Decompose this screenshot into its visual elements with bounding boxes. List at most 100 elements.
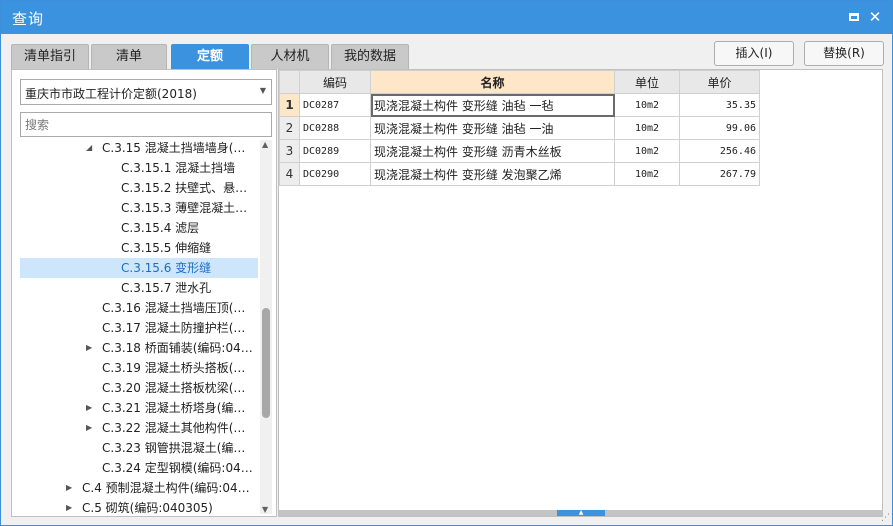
close-icon: ✕ [868, 8, 882, 26]
tree-node[interactable]: ▶ C.3.22 混凝土其他构件(… [20, 418, 258, 438]
cell-unit[interactable]: 10m2 [614, 93, 680, 117]
cell-price[interactable]: 99.06 [679, 116, 760, 140]
tree-node[interactable]: C.3.15.2 扶壁式、悬… [20, 178, 258, 198]
tree-node-label: C.3.23 钢管拱混凝土(编… [102, 441, 246, 455]
tree-node-label: C.3.15.7 泄水孔 [121, 281, 212, 295]
quota-library-value: 重庆市市政工程计价定额(2018) [25, 87, 197, 101]
tree-node[interactable]: C.3.15.5 伸缩缝 [20, 238, 258, 258]
column-header-code[interactable]: 编码 [299, 70, 371, 94]
tree-node[interactable]: C.3.15.1 混凝土挡墙 [20, 158, 258, 178]
tree-scrollbar[interactable]: ▲ ▼ [260, 140, 272, 514]
tree-node-label: C.3.16 混凝土挡墙压顶(… [102, 301, 246, 315]
splitter-grip-icon[interactable]: ▲ [557, 510, 605, 516]
tree-node-label: C.3.15.2 扶壁式、悬… [121, 181, 248, 195]
tree-node-label: C.3.15.1 混凝土挡墙 [121, 161, 236, 175]
query-dialog: 查询 ✕ 清单指引 清单 定额 人材机 我的数据 插入(I) 替换(R) 重庆市… [0, 0, 893, 526]
tree-node[interactable]: ▶ C.4 预制混凝土构件(编码:04… [20, 478, 258, 498]
tree-node[interactable]: ▶ C.3.21 混凝土桥塔身(编… [20, 398, 258, 418]
scroll-down-icon[interactable]: ▼ [262, 505, 268, 514]
collapse-triangle-icon[interactable]: ◢ [86, 138, 92, 158]
cell-price[interactable]: 256.46 [679, 139, 760, 163]
tree-node-label: C.3.17 混凝土防撞护栏(… [102, 321, 246, 335]
tab-labor-material[interactable]: 人材机 [251, 44, 329, 69]
tree-node-label: C.3.15.6 变形缝 [121, 261, 212, 275]
tab-quota[interactable]: 定额 [171, 44, 249, 69]
expand-triangle-icon[interactable]: ▶ [86, 418, 92, 438]
tree-node[interactable]: C.3.23 钢管拱混凝土(编… [20, 438, 258, 458]
tree-node-label: C.3.18 桥面铺装(编码:04… [102, 341, 253, 355]
tree-node-label: C.5 砌筑(编码:040305) [82, 501, 213, 514]
cell-name[interactable]: 现浇混凝土构件 变形缝 油毡 一油 [370, 116, 615, 140]
cell-name[interactable]: 现浇混凝土构件 变形缝 发泡聚乙烯 [370, 162, 615, 186]
tree-node[interactable]: C.3.15.4 滤层 [20, 218, 258, 238]
cell-code[interactable]: DC0289 [299, 139, 371, 163]
chevron-down-icon: ▼ [259, 86, 266, 95]
cell-price[interactable]: 35.35 [679, 93, 760, 117]
tree-node-label: C.4 预制混凝土构件(编码:04… [82, 481, 250, 495]
tree-node[interactable]: C.3.19 混凝土桥头搭板(… [20, 358, 258, 378]
search-input[interactable] [20, 112, 272, 137]
tree-node-label: C.3.24 定型钢模(编码:04… [102, 461, 253, 475]
tree-node[interactable]: ▶ C.5 砌筑(编码:040305) [20, 498, 258, 514]
panel-splitter[interactable]: ▲ [279, 510, 882, 516]
tree-node[interactable]: C.3.15.7 泄水孔 [20, 278, 258, 298]
column-header-name[interactable]: 名称 [370, 70, 615, 94]
expand-triangle-icon[interactable]: ▶ [66, 478, 72, 498]
tree-node-label: C.3.15.4 滤层 [121, 221, 200, 235]
cell-code[interactable]: DC0287 [299, 93, 371, 117]
tree-node-label: C.3.21 混凝土桥塔身(编… [102, 401, 246, 415]
quota-tree-panel: 重庆市市政工程计价定额(2018) ▼ ◢ C.3.15 混凝土挡墙墙身(… C… [11, 69, 277, 517]
quota-table: 编码 名称 单位 单价 1 DC0287 现浇混凝土构件 变形缝 油毡 一毡 1… [279, 70, 760, 186]
tree-node-selected[interactable]: C.3.15.6 变形缝 [20, 258, 258, 278]
tree-node-label: C.3.20 混凝土搭板枕梁(… [102, 381, 246, 395]
title-bar[interactable]: 查询 ✕ [1, 1, 892, 34]
tab-bill[interactable]: 清单 [91, 44, 167, 69]
scroll-up-icon[interactable]: ▲ [262, 140, 268, 149]
tree-node[interactable]: C.3.20 混凝土搭板枕梁(… [20, 378, 258, 398]
tree-node[interactable]: C.3.24 定型钢模(编码:04… [20, 458, 258, 478]
cell-name[interactable]: 现浇混凝土构件 变形缝 沥青木丝板 [370, 139, 615, 163]
cell-unit[interactable]: 10m2 [614, 162, 680, 186]
cell-unit[interactable]: 10m2 [614, 116, 680, 140]
resize-grip-icon[interactable]: ⋰ [881, 513, 890, 523]
tree-node[interactable]: C.3.16 混凝土挡墙压顶(… [20, 298, 258, 318]
maximize-button[interactable] [846, 9, 862, 25]
cell-unit[interactable]: 10m2 [614, 139, 680, 163]
tree-node[interactable]: ◢ C.3.15 混凝土挡墙墙身(… [20, 138, 258, 158]
tree-node-label: C.3.19 混凝土桥头搭板(… [102, 361, 246, 375]
expand-triangle-icon[interactable]: ▶ [86, 398, 92, 418]
table-header-row: 编码 名称 单位 单价 [279, 70, 760, 94]
tree-node[interactable]: C.3.17 混凝土防撞护栏(… [20, 318, 258, 338]
table-row[interactable]: 1 DC0287 现浇混凝土构件 变形缝 油毡 一毡 10m2 35.35 [279, 93, 760, 117]
replace-button[interactable]: 替换(R) [804, 41, 884, 66]
cell-code[interactable]: DC0288 [299, 116, 371, 140]
cell-code[interactable]: DC0290 [299, 162, 371, 186]
column-header-unit[interactable]: 单位 [614, 70, 680, 94]
close-button[interactable]: ✕ [867, 9, 883, 25]
quota-library-select[interactable]: 重庆市市政工程计价定额(2018) ▼ [20, 79, 272, 105]
tab-bill-guide[interactable]: 清单指引 [11, 44, 89, 69]
maximize-icon [849, 13, 859, 21]
scrollbar-thumb[interactable] [262, 308, 270, 418]
expand-triangle-icon[interactable]: ▶ [86, 338, 92, 358]
row-number: 3 [279, 139, 300, 163]
table-row[interactable]: 4 DC0290 现浇混凝土构件 变形缝 发泡聚乙烯 10m2 267.79 [279, 162, 760, 186]
cell-name[interactable]: 现浇混凝土构件 变形缝 油毡 一毡 [370, 93, 615, 117]
cell-price[interactable]: 267.79 [679, 162, 760, 186]
table-row[interactable]: 3 DC0289 现浇混凝土构件 变形缝 沥青木丝板 10m2 256.46 [279, 139, 760, 163]
column-header-price[interactable]: 单价 [679, 70, 760, 94]
insert-button[interactable]: 插入(I) [714, 41, 794, 66]
row-number-header [279, 70, 300, 94]
tree-node-label: C.3.22 混凝土其他构件(… [102, 421, 246, 435]
row-number: 4 [279, 162, 300, 186]
row-number: 2 [279, 116, 300, 140]
expand-triangle-icon[interactable]: ▶ [66, 498, 72, 514]
tree-node[interactable]: ▶ C.3.18 桥面铺装(编码:04… [20, 338, 258, 358]
tree-node-label: C.3.15.5 伸缩缝 [121, 241, 212, 255]
tree-node-label: C.3.15 混凝土挡墙墙身(… [102, 141, 246, 155]
tree-node[interactable]: C.3.15.3 薄壁混凝土… [20, 198, 258, 218]
tree-node-label: C.3.15.3 薄壁混凝土… [121, 201, 248, 215]
table-row[interactable]: 2 DC0288 现浇混凝土构件 变形缝 油毡 一油 10m2 99.06 [279, 116, 760, 140]
tab-my-data[interactable]: 我的数据 [331, 44, 409, 69]
window-title: 查询 [12, 10, 45, 28]
